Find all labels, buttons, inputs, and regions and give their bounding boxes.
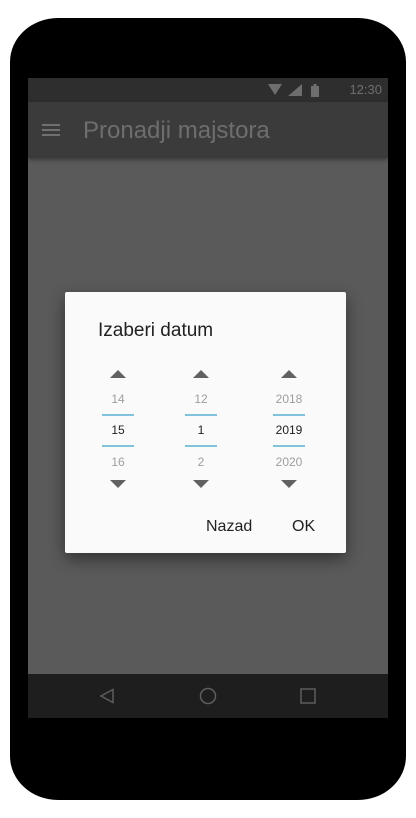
day-divider-bottom [102,445,134,447]
year-picker: 2018 2019 2020 [258,370,320,490]
date-picker-dialog: Izaberi datum 14 15 16 12 1 2 2018 2019 … [65,292,346,553]
day-prev-value[interactable]: 14 [87,392,149,406]
day-divider-top [102,414,134,416]
dialog-title: Izaberi datum [98,320,214,341]
back-icon[interactable] [99,688,115,704]
app-bar: Pronadji majstora [28,102,388,158]
year-increment-arrow-icon[interactable] [281,370,297,378]
year-next-value[interactable]: 2020 [258,455,320,469]
screen: 12:30 Pronadji majstora Izaberi datum 14… [28,78,388,718]
year-current-value[interactable]: 2019 [258,423,320,437]
day-current-value[interactable]: 15 [87,423,149,437]
year-divider-bottom [273,445,305,447]
year-decrement-arrow-icon[interactable] [281,480,297,488]
month-divider-bottom [185,445,217,447]
day-increment-arrow-icon[interactable] [110,370,126,378]
home-icon[interactable] [199,687,217,705]
recents-icon[interactable] [300,688,316,704]
year-divider-top [273,414,305,416]
signal-icon [288,84,302,96]
month-decrement-arrow-icon[interactable] [193,480,209,488]
wifi-icon [268,84,282,95]
day-decrement-arrow-icon[interactable] [110,480,126,488]
month-picker: 12 1 2 [170,370,232,490]
month-next-value[interactable]: 2 [170,455,232,469]
status-time: 12:30 [349,82,382,97]
cancel-button[interactable]: Nazad [206,518,252,536]
year-prev-value[interactable]: 2018 [258,392,320,406]
nav-bar [28,674,388,718]
month-current-value[interactable]: 1 [170,423,232,437]
day-next-value[interactable]: 16 [87,455,149,469]
month-prev-value[interactable]: 12 [170,392,232,406]
app-title: Pronadji majstora [83,117,270,144]
day-picker: 14 15 16 [87,370,149,490]
month-increment-arrow-icon[interactable] [193,370,209,378]
ok-button[interactable]: OK [292,518,315,536]
menu-icon[interactable] [42,124,60,136]
status-bar: 12:30 [28,78,388,102]
month-divider-top [185,414,217,416]
battery-icon [311,84,319,97]
